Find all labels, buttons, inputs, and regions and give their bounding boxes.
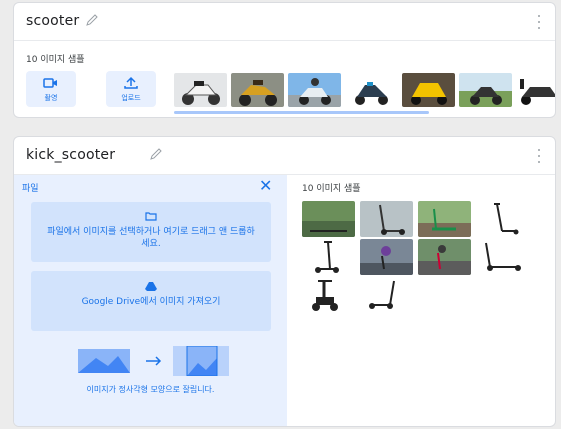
scooter-photo-icon	[231, 73, 284, 107]
kick-scooter-photo-icon	[302, 277, 355, 313]
sample-image[interactable]	[302, 201, 355, 237]
sample-image[interactable]	[418, 239, 471, 275]
google-drive-brand: Google Drive	[81, 297, 141, 307]
sample-image[interactable]	[402, 73, 455, 107]
file-upload-panel: 파일 ✕ 파일에서 이미지를 선택하거나 여기로 드래그 앤 드롭하세요. Go…	[14, 175, 287, 426]
google-drive-text: Google Drive에서 이미지 가져오기	[45, 296, 257, 308]
sample-image[interactable]	[418, 201, 471, 237]
card-header: scooter	[14, 3, 555, 41]
scooter-photo-icon	[459, 73, 512, 107]
kick-scooter-photo-icon	[302, 239, 355, 275]
class-card-scooter: scooter 10 이미지 샘플 촬영 업로드	[13, 2, 556, 118]
kick-scooter-photo-icon	[360, 201, 413, 237]
file-drop-text: 파일에서 이미지를 선택하거나 여기로 드래그 앤 드롭하세요.	[47, 227, 255, 249]
edit-pencil-icon[interactable]	[85, 13, 99, 27]
crop-note: 이미지가 정사각형 모양으로 잘립니다.	[86, 385, 215, 394]
google-drive-icon	[145, 282, 157, 291]
sample-image[interactable]	[516, 73, 555, 107]
kick-scooter-photo-icon	[476, 239, 529, 275]
kick-scooter-photo-icon	[476, 201, 529, 237]
webcam-button-label: 촬영	[44, 94, 58, 102]
square-crop-illustration	[78, 346, 229, 376]
file-drop-zone[interactable]: 파일에서 이미지를 선택하거나 여기로 드래그 앤 드롭하세요.	[31, 202, 271, 262]
more-options-icon[interactable]	[537, 15, 541, 29]
scooter-photo-icon	[174, 73, 227, 107]
page: scooter 10 이미지 샘플 촬영 업로드 kick_scooter 파일…	[0, 0, 561, 429]
sample-image[interactable]	[360, 277, 413, 313]
scooter-photo-icon	[402, 73, 455, 107]
upload-icon	[124, 76, 138, 89]
sample-image[interactable]	[360, 239, 413, 275]
thumbnail-scrollbar[interactable]	[174, 111, 429, 114]
upload-button-label: 업로드	[121, 94, 141, 102]
kick-scooter-photo-icon	[360, 239, 413, 275]
edit-pencil-icon[interactable]	[149, 147, 163, 161]
kick-scooter-photo-icon	[418, 239, 471, 275]
close-icon[interactable]: ✕	[259, 178, 272, 194]
kick-scooter-photo-icon	[418, 201, 471, 237]
samples-count-label: 10 이미지 샘플	[302, 184, 361, 194]
sample-image[interactable]	[360, 201, 413, 237]
sample-image[interactable]	[459, 73, 512, 107]
sample-image[interactable]	[345, 73, 398, 107]
kick-scooter-photo-icon	[360, 277, 413, 313]
sample-image[interactable]	[231, 73, 284, 107]
sample-image[interactable]	[302, 239, 355, 275]
sample-image[interactable]	[174, 73, 227, 107]
sample-image[interactable]	[302, 277, 355, 313]
sample-image[interactable]	[288, 73, 341, 107]
upload-button[interactable]: 업로드	[106, 71, 156, 107]
samples-count-label: 10 이미지 샘플	[26, 55, 85, 65]
kick-scooter-photo-icon	[302, 201, 355, 237]
sample-image[interactable]	[476, 201, 529, 237]
webcam-button[interactable]: 촬영	[26, 71, 76, 107]
class-card-kick-scooter: kick_scooter 파일 ✕ 파일에서 이미지를 선택하거나 여기로 드래…	[13, 136, 556, 427]
camera-icon	[43, 78, 57, 88]
scooter-photo-icon	[288, 73, 341, 107]
card-header: kick_scooter	[14, 137, 555, 175]
google-drive-rest: 에서 이미지 가져오기	[140, 297, 221, 307]
panel-title: 파일	[22, 184, 39, 194]
folder-icon	[145, 212, 157, 221]
scooter-photo-icon	[345, 73, 398, 107]
more-options-icon[interactable]	[537, 149, 541, 163]
scooter-photo-icon	[516, 73, 555, 107]
class-title: kick_scooter	[26, 147, 116, 163]
class-title: scooter	[26, 13, 80, 29]
google-drive-import[interactable]: Google Drive에서 이미지 가져오기	[31, 271, 271, 331]
sample-image[interactable]	[476, 239, 529, 275]
